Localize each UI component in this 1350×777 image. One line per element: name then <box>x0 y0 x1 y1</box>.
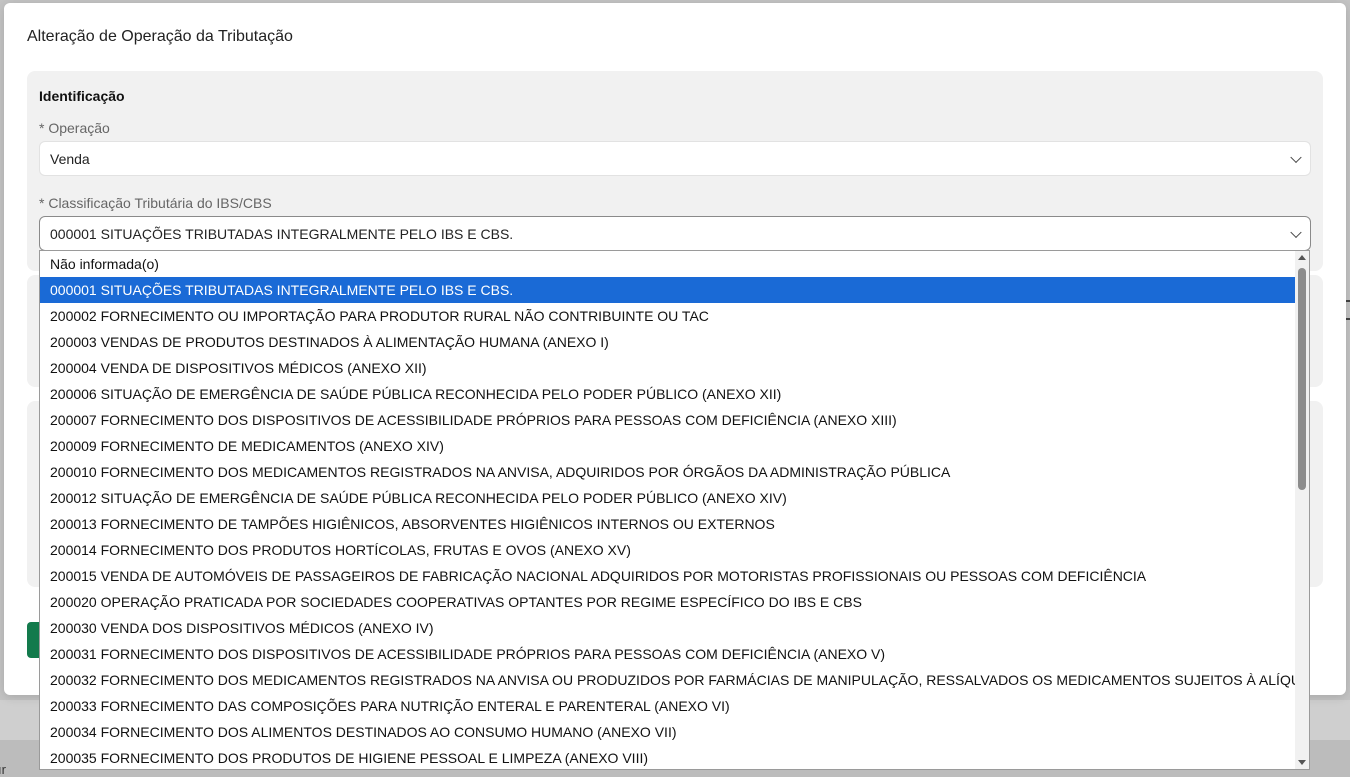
dropdown-option[interactable]: 200030 VENDA DOS DISPOSITIVOS MÉDICOS (A… <box>40 615 1296 641</box>
dropdown-option[interactable]: 200010 FORNECIMENTO DOS MEDICAMENTOS REG… <box>40 459 1296 485</box>
dropdown-option[interactable]: 200020 OPERAÇÃO PRATICADA POR SOCIEDADES… <box>40 589 1296 615</box>
dropdown-option[interactable]: 200012 SITUAÇÃO DE EMERGÊNCIA DE SAÚDE P… <box>40 485 1296 511</box>
dropdown-option[interactable]: 200004 VENDA DE DISPOSITIVOS MÉDICOS (AN… <box>40 355 1296 381</box>
dropdown-option[interactable]: 200006 SITUAÇÃO DE EMERGÊNCIA DE SAÚDE P… <box>40 381 1296 407</box>
dropdown-option[interactable]: 200007 FORNECIMENTO DOS DISPOSITIVOS DE … <box>40 407 1296 433</box>
dropdown-scrollbar[interactable] <box>1295 251 1309 769</box>
chevron-down-icon <box>1290 151 1302 163</box>
dropdown-option[interactable]: 200032 FORNECIMENTO DOS MEDICAMENTOS REG… <box>40 667 1309 693</box>
operacao-select[interactable]: Venda <box>39 141 1311 176</box>
operacao-label: * Operação <box>39 120 110 136</box>
operacao-value: Venda <box>50 150 90 167</box>
classificacao-value: 000001 SITUAÇÕES TRIBUTADAS INTEGRALMENT… <box>50 225 514 242</box>
dropdown-option[interactable]: 200031 FORNECIMENTO DOS DISPOSITIVOS DE … <box>40 641 1296 667</box>
dropdown-option[interactable]: 000001 SITUAÇÕES TRIBUTADAS INTEGRALMENT… <box>40 277 1296 303</box>
dropdown-options: Não informada(o) 000001 SITUAÇÕES TRIBUTA… <box>40 251 1309 769</box>
scroll-up-arrow-icon[interactable] <box>1298 255 1306 260</box>
dropdown-option[interactable]: 200014 FORNECIMENTO DOS PRODUTOS HORTÍCO… <box>40 537 1296 563</box>
dropdown-option[interactable]: Não informada(o) <box>40 251 1296 277</box>
scroll-down-arrow-icon[interactable] <box>1298 760 1306 765</box>
modal-title: Alteração de Operação da Tributação <box>27 28 293 45</box>
classificacao-dropdown-list[interactable]: Não informada(o) 000001 SITUAÇÕES TRIBUTA… <box>39 250 1310 770</box>
dropdown-option[interactable]: 200003 VENDAS DE PRODUTOS DESTINADOS À A… <box>40 329 1296 355</box>
dropdown-option[interactable]: 200015 VENDA DE AUTOMÓVEIS DE PASSAGEIRO… <box>40 563 1296 589</box>
section-title: Identificação <box>39 88 125 104</box>
scrollbar-thumb[interactable] <box>1298 268 1306 490</box>
dropdown-option[interactable]: 200033 FORNECIMENTO DAS COMPOSIÇÕES PARA… <box>40 693 1296 719</box>
dropdown-option[interactable]: 200034 FORNECIMENTO DOS ALIMENTOS DESTIN… <box>40 719 1296 745</box>
classificacao-select[interactable]: 000001 SITUAÇÕES TRIBUTADAS INTEGRALMENT… <box>39 216 1311 251</box>
dropdown-option[interactable]: 200013 FORNECIMENTO DE TAMPÕES HIGIÊNICO… <box>40 511 1296 537</box>
chevron-down-icon <box>1290 226 1302 238</box>
background-text-fragment: ır <box>0 762 6 777</box>
classificacao-label: * Classificação Tributária do IBS/CBS <box>39 195 272 211</box>
dropdown-option[interactable]: 200009 FORNECIMENTO DE MEDICAMENTOS (ANE… <box>40 433 1296 459</box>
dropdown-option[interactable]: 200035 FORNECIMENTO DOS PRODUTOS DE HIGI… <box>40 745 1296 769</box>
identificacao-section: Identificação * Operação Venda * Classif… <box>27 71 1323 271</box>
dropdown-option[interactable]: 200002 FORNECIMENTO OU IMPORTAÇÃO PARA P… <box>40 303 1296 329</box>
